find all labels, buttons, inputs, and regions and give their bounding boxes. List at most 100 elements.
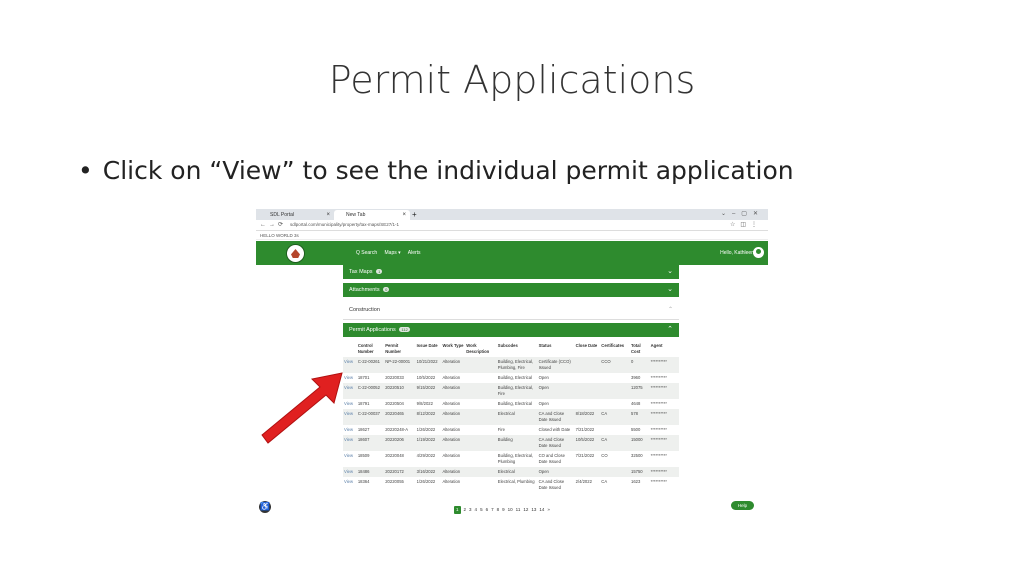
logo-icon[interactable] [286, 244, 305, 263]
view-link[interactable]: View [343, 451, 357, 467]
table-cell: 1/26/2022 [416, 479, 436, 484]
nav-buttons-icon[interactable]: ←→⟳ [260, 220, 286, 230]
section-permit-applications[interactable]: Permit Applications 112 ⌃ [343, 323, 679, 337]
user-avatar-icon[interactable] [753, 247, 764, 258]
chevron-down-icon[interactable]: ⌄ [667, 283, 673, 297]
page-link[interactable]: » [547, 506, 550, 514]
table-cell [575, 399, 601, 409]
table-cell: 10/21/2022 [415, 357, 442, 373]
table-cell: Alteration [441, 409, 466, 425]
table-cell: 1623 [630, 479, 641, 484]
table-cell: Open [538, 401, 549, 406]
column-header: Work Description [466, 343, 490, 354]
close-icon[interactable]: × [402, 210, 406, 220]
top-nav: Q Search Maps ▾ Alerts [356, 241, 427, 265]
table-cell: Alteration [442, 453, 461, 458]
page-link[interactable]: 1 [454, 506, 461, 514]
table-row: View C-22-00037 20220465 8/12/2022 Alteratio… [343, 409, 679, 425]
table-cell: 9/8/2022 [416, 401, 433, 406]
table-cell: Fire [497, 427, 505, 432]
page-link[interactable]: 5 [480, 506, 483, 514]
page-link[interactable]: 10 [508, 506, 513, 514]
section-label: Construction [349, 307, 380, 313]
table-cell: 18791 [357, 401, 370, 406]
address-bar: ←→⟳ sdlportal.com/municipality/property/… [256, 220, 768, 231]
table-cell: 20220510 [384, 383, 416, 399]
page-link[interactable]: 11 [516, 506, 521, 514]
section-tax-maps[interactable]: Tax Maps 1 ⌄ [343, 265, 679, 279]
table-cell: 20220055 [385, 479, 404, 484]
table-cell [600, 399, 630, 409]
table-cell: Alteration [441, 383, 466, 399]
search-link[interactable]: Q Search [356, 250, 377, 256]
table-cell: CA [600, 435, 630, 451]
count-badge: 0 [383, 287, 390, 293]
page-link[interactable]: 8 [497, 506, 500, 514]
table-cell: Alteration [441, 467, 466, 477]
table-cell: C-22-00261 [356, 357, 385, 373]
view-link[interactable]: View [343, 467, 357, 477]
table-cell: Building, Electrical, Plumbing [497, 453, 534, 464]
page-link[interactable]: 7 [491, 506, 494, 514]
table-cell: 18486 [356, 467, 385, 477]
table-cell [575, 373, 601, 383]
bookmarks-bar[interactable]: HELLO WORLD 3s [256, 231, 768, 240]
chevron-down-icon[interactable]: ⌄ [667, 265, 673, 279]
section-construction[interactable]: Construction ⌃ [343, 301, 679, 320]
table-cell: Electrical, Plumbing [497, 479, 535, 484]
table-cell: ********** [649, 435, 679, 451]
tab-label: New Tab [346, 212, 366, 218]
table-cell: Open [537, 467, 575, 477]
table-row: View 18627 20220248-A 1/26/2022 Alteration Fi… [343, 425, 679, 435]
table-cell: Alteration [441, 357, 466, 373]
help-button[interactable]: Help [731, 501, 754, 510]
table-cell: 3960 [630, 375, 641, 380]
page-link[interactable]: 13 [531, 506, 536, 514]
page-link[interactable]: 3 [469, 506, 472, 514]
accessibility-icon[interactable]: ♿ [259, 501, 271, 513]
close-icon[interactable]: × [326, 210, 330, 220]
table-cell: 3/16/2022 [415, 467, 442, 477]
app-header: Q Search Maps ▾ Alerts Hello, Kathleen [256, 241, 768, 265]
table-header-row: Control Number Permit Number Issue Date Wor… [343, 341, 679, 357]
maps-link[interactable]: Maps ▾ [385, 250, 401, 256]
table-cell: NP-22-00001 [384, 357, 416, 373]
table-cell: 578 [629, 409, 650, 425]
table-cell [600, 373, 630, 383]
table-cell: 7/21/2022 [575, 453, 595, 458]
browser-tab-active[interactable]: New Tab × [334, 210, 410, 220]
user-greeting[interactable]: Hello, Kathleen [720, 241, 754, 265]
url-field[interactable]: sdlportal.com/municipality/property/tax-… [290, 222, 670, 228]
view-link[interactable]: View [343, 477, 357, 493]
page-link[interactable]: 4 [475, 506, 478, 514]
browser-tab[interactable]: SDL Portal × [258, 210, 334, 220]
page-link[interactable]: 2 [464, 506, 467, 514]
table-row: View 18486 20220172 3/16/2022 Alteration Elec… [343, 467, 679, 477]
section-attachments[interactable]: Attachments 0 ⌄ [343, 283, 679, 297]
table-cell: Alteration [442, 375, 461, 380]
new-tab-icon[interactable]: + [412, 209, 417, 220]
alerts-link[interactable]: Alerts [408, 250, 421, 256]
page-link[interactable]: 9 [502, 506, 505, 514]
column-header [343, 341, 357, 357]
table-cell: 20220248-A [385, 427, 409, 432]
page-link[interactable]: 12 [523, 506, 528, 514]
table-cell: 20220048 [385, 453, 404, 458]
table-cell [465, 477, 497, 493]
slide-bullet: • Click on “View” to see the individual p… [78, 156, 794, 185]
table-row: View C-22-00261 NP-22-00001 10/21/2022 Alter… [343, 357, 679, 373]
chevron-up-icon[interactable]: ⌃ [668, 301, 673, 319]
window-controls[interactable]: ⌄–▢✕ [721, 209, 764, 220]
table-body: View C-22-00261 NP-22-00001 10/21/2022 Alter… [343, 357, 679, 493]
table-row: View 18791 20220504 9/8/2022 Alteration Build… [343, 399, 679, 409]
bullet-text: Click on “View” to see the individual pe… [102, 156, 794, 185]
column-header: Issue Date [416, 343, 438, 348]
chevron-up-icon[interactable]: ⌃ [667, 323, 673, 337]
page-link[interactable]: 6 [486, 506, 489, 514]
table-cell: 10/5/2022 [416, 375, 436, 380]
page-link[interactable]: 14 [539, 506, 544, 514]
table-cell: 8/18/2022 [574, 409, 601, 425]
table-cell: 4/29/2022 [416, 453, 436, 458]
browser-toolbar-icons[interactable]: ☆◫⋮ [730, 220, 762, 230]
table-cell: 7/21/2022 [575, 427, 595, 432]
